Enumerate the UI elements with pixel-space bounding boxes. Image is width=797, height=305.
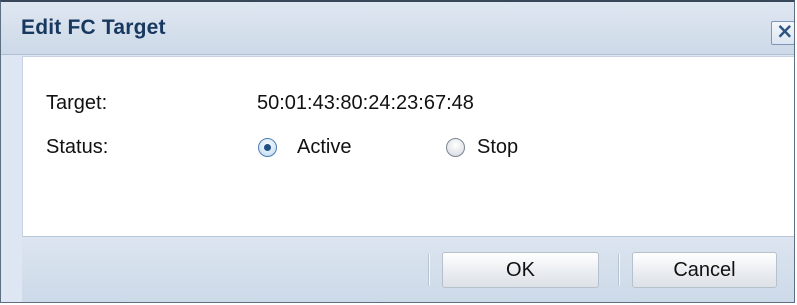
ok-button[interactable]: OK [442, 252, 599, 288]
status-label: Status: [46, 136, 109, 158]
dialog-content: Target: 50:01:43:80:24:23:67:48 Status: … [22, 56, 794, 237]
target-label: Target: [46, 92, 108, 114]
footer-separator [428, 254, 430, 286]
close-icon: × [776, 19, 794, 43]
dialog-title: Edit FC Target [21, 16, 166, 39]
footer-separator [618, 254, 620, 286]
dialog-footer: OK Cancel [22, 237, 794, 302]
status-row: Status: Active Stop [46, 136, 746, 162]
status-active-radio[interactable] [258, 138, 277, 157]
edit-fc-target-dialog: Edit FC Target × Target: 50:01:43:80:24:… [0, 0, 795, 303]
status-active-label[interactable]: Active [297, 136, 351, 159]
status-stop-label[interactable]: Stop [477, 136, 518, 159]
status-stop-radio[interactable] [446, 138, 465, 157]
cancel-button[interactable]: Cancel [632, 252, 777, 288]
target-value: 50:01:43:80:24:23:67:48 [257, 92, 474, 114]
close-button[interactable]: × [771, 19, 794, 45]
dialog-titlebar[interactable]: Edit FC Target × [1, 2, 794, 55]
target-row: Target: 50:01:43:80:24:23:67:48 [46, 92, 746, 118]
